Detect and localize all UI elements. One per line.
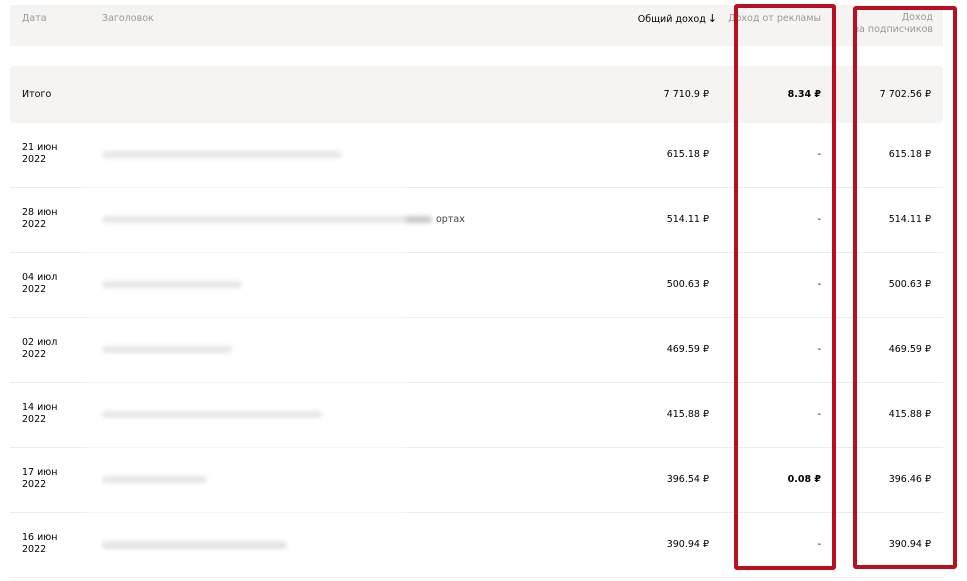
row-total: 415.88 ₽ [666,409,709,420]
row-date-day: 28 июн [22,207,58,218]
row-date: 28 июн 2022 [22,207,58,231]
column-header-total-label: Общий доход [637,14,706,25]
row-total: 500.63 ₽ [666,279,709,290]
blurred-titles-overlay [86,138,406,548]
column-header-title[interactable]: Заголовок [102,13,154,25]
row-date-day: 17 июн [22,467,58,478]
highlight-frame-subs [853,6,957,569]
row-total: 396.54 ₽ [666,474,709,485]
row-date-year: 2022 [22,284,47,295]
row-date-year: 2022 [22,154,47,165]
totals-label: Итого [22,89,52,100]
row-total: 469.59 ₽ [666,344,709,355]
row-date-day: 14 июн [22,402,58,413]
row-date: 17 июн 2022 [22,467,58,491]
column-header-date[interactable]: Дата [22,13,47,25]
row-date: 04 июл 2022 [22,272,57,296]
row-date: 21 июн 2022 [22,142,58,166]
highlight-frame-ads [734,4,836,570]
row-total: 390.94 ₽ [666,539,709,550]
row-date-year: 2022 [22,414,47,425]
row-total: 514.11 ₽ [666,214,709,225]
row-date-year: 2022 [22,479,47,490]
row-date-day: 21 июн [22,142,58,153]
row-date-year: 2022 [22,349,47,360]
row-title-visible: ортах [436,214,465,225]
arrow-down-icon: ↓ [707,12,717,25]
column-header-total[interactable]: Общий доход ↓ [638,13,717,26]
row-date-day: 16 июн [22,532,58,543]
row-date-year: 2022 [22,544,47,555]
row-date-day: 04 июл [22,272,58,283]
totals-total: 7 710.9 ₽ [663,89,709,100]
row-date: 02 июл 2022 [22,337,57,361]
row-total: 615.18 ₽ [666,149,709,160]
row-date: 14 июн 2022 [22,402,58,426]
row-date-day: 02 июл [22,337,58,348]
row-date: 16 июн 2022 [22,532,58,556]
row-date-year: 2022 [22,219,47,230]
